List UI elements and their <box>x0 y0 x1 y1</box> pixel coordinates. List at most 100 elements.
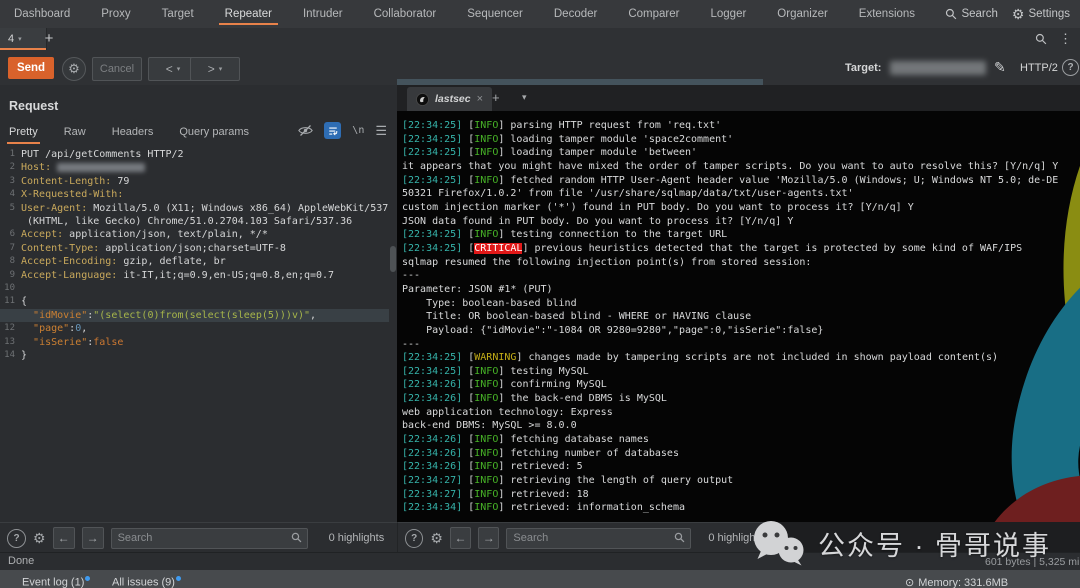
terminal-line: [22:34:25] [INFO] parsing HTTP request f… <box>402 120 722 131</box>
search-input[interactable] <box>507 532 691 544</box>
kebab-menu-icon[interactable]: ⋮ <box>1059 31 1072 47</box>
help-question-icon[interactable]: ? <box>1062 59 1079 76</box>
menu-item-dashboard[interactable]: Dashboard <box>12 2 72 26</box>
menu-item-collaborator[interactable]: Collaborator <box>372 2 439 26</box>
send-button[interactable]: Send <box>8 57 54 79</box>
request-scrollbar[interactable] <box>390 148 396 520</box>
all-issues-button[interactable]: All issues (9) <box>112 576 181 588</box>
send-settings-button[interactable]: ⚙ <box>62 57 86 81</box>
request-editor[interactable]: 1 PUT /api/getComments HTTP/2 2 Host: 3 Cont… <box>0 148 389 522</box>
line-number: 10 <box>4 283 15 294</box>
next-match-button[interactable]: → <box>81 527 104 549</box>
line-number: 8 <box>9 256 15 267</box>
help-question-icon[interactable]: ? <box>7 528 26 548</box>
http-version-label: HTTP/2 <box>1020 62 1058 74</box>
request-line: 4 X-Requested-With: <box>0 188 389 201</box>
pencil-edit-icon[interactable]: ✎ <box>994 59 1006 76</box>
show-newlines-icon[interactable]: \n <box>352 125 364 136</box>
terminal-line: [22:34:34] [INFO] retrieved: information… <box>402 502 685 514</box>
search-icon <box>291 532 302 543</box>
request-view-icons: \n ☰ <box>298 122 387 139</box>
terminal-line: [22:34:26] [INFO] fetching number of dat… <box>402 447 679 459</box>
line-number: 12 <box>4 323 15 334</box>
line-number: 13 <box>4 336 15 347</box>
event-log-button[interactable]: Event log (1) <box>22 576 91 588</box>
request-line: (KHTML, like Gecko) Chrome/51.0.2704.103… <box>0 215 389 228</box>
request-line: 1 PUT /api/getComments HTTP/2 <box>0 148 389 161</box>
add-tab-button[interactable]: + <box>40 30 58 47</box>
terminal-line: [22:34:27] [INFO] retrieved: 18 <box>402 488 589 500</box>
line-number: 1 <box>9 149 15 159</box>
event-log-strip: Event log (1) All issues (9) ⊙ Memory: 3… <box>0 570 1080 588</box>
request-view-tab-query-params[interactable]: Query params <box>179 126 249 144</box>
hamburger-menu-icon[interactable]: ☰ <box>375 123 387 139</box>
all-issues-dot <box>175 576 181 581</box>
memory-indicator[interactable]: ⊙ Memory: 331.6MB <box>905 576 1008 588</box>
search-icon <box>674 532 685 543</box>
terminal-content[interactable]: [22:34:25] [INFO] parsing HTTP request f… <box>397 111 1080 522</box>
terminal-line: it appears that you might have mixed the… <box>402 160 1059 172</box>
terminal-line: --- <box>402 338 421 350</box>
request-line: "idMovie":"(select(0)from(select(sleep(5… <box>0 308 389 323</box>
new-terminal-tab-button[interactable]: + <box>492 90 500 105</box>
menu-item-repeater[interactable]: Repeater <box>218 2 279 26</box>
terminal-line: [22:34:25] [INFO] testing connection to … <box>402 229 728 241</box>
prev-match-button[interactable]: ← <box>449 527 472 549</box>
eye-slash-icon[interactable] <box>298 124 314 137</box>
main-menubar: Dashboard Proxy Target Repeater Intruder Coll… <box>0 0 1080 29</box>
terminal-tab[interactable]: lastsec × <box>407 87 493 111</box>
menu-item-logger[interactable]: Logger <box>708 2 748 26</box>
terminal-line: JSON data found in PUT body. Do you want… <box>402 215 794 227</box>
request-view-tab-raw[interactable]: Raw <box>64 126 86 144</box>
help-question-icon[interactable]: ? <box>405 528 424 548</box>
redacted-host-value <box>57 162 146 172</box>
line-number: 6 <box>9 229 15 240</box>
terminal-line: custom injection marker ('*') found in P… <box>402 201 914 213</box>
menu-item-proxy[interactable]: Proxy <box>99 2 132 26</box>
target-value-redacted[interactable] <box>890 61 986 75</box>
gear-icon[interactable]: ⚙ <box>33 531 46 545</box>
request-line: 13 "isSerie":false <box>0 336 389 349</box>
next-match-button[interactable]: → <box>478 527 500 549</box>
terminal-line: Title: OR boolean-based blind - WHERE or… <box>402 311 752 323</box>
word-wrap-toggle-icon[interactable] <box>324 122 342 139</box>
menu-item-decoder[interactable]: Decoder <box>552 2 599 26</box>
terminal-search-pane: ? ⚙ ← → 0 highlights <box>397 522 764 553</box>
menu-item-intruder[interactable]: Intruder <box>301 2 345 26</box>
settings-menu-button[interactable]: ⚙ Settings <box>1012 7 1070 21</box>
line-number <box>0 215 21 228</box>
request-line: 3 Content-Length: 79 <box>0 175 389 188</box>
gear-icon[interactable]: ⚙ <box>430 531 443 545</box>
status-done-label: Done <box>8 555 35 567</box>
settings-menu-label: Settings <box>1028 8 1070 20</box>
chevron-down-icon: ▾ <box>218 66 223 73</box>
request-line: 5 User-Agent: Mozilla/5.0 (X11; Windows x… <box>0 202 389 215</box>
search-menu-button[interactable]: Search <box>945 8 998 20</box>
cancel-button[interactable]: Cancel <box>92 57 142 81</box>
forward-history-button[interactable]: > ▾ <box>190 57 240 81</box>
terminal-line: Payload: {"idMovie":"-1084 OR 9280=9280"… <box>402 324 824 336</box>
terminal-line: [22:34:26] [INFO] the back-end DBMS is M… <box>402 393 667 405</box>
search-input[interactable] <box>111 532 307 544</box>
search-icon[interactable] <box>1035 33 1047 45</box>
menu-item-organizer[interactable]: Organizer <box>775 2 830 26</box>
terminal-line: --- <box>402 270 421 282</box>
prev-match-button[interactable]: ← <box>52 527 75 549</box>
menu-item-sequencer[interactable]: Sequencer <box>465 2 525 26</box>
chevron-down-icon[interactable]: ▾ <box>522 92 527 103</box>
menu-item-comparer[interactable]: Comparer <box>626 2 681 26</box>
request-panel: Request Pretty Raw Headers Query params \n … <box>0 85 397 522</box>
request-view-tabs: Pretty Raw Headers Query params <box>7 126 249 144</box>
menu-item-target[interactable]: Target <box>160 2 196 26</box>
request-line: 10 <box>0 282 389 295</box>
scrollbar-thumb[interactable] <box>390 246 396 272</box>
request-view-tab-pretty[interactable]: Pretty <box>7 126 40 144</box>
chevron-down-icon: ▾ <box>18 36 22 43</box>
line-number <box>0 309 21 322</box>
close-icon[interactable]: × <box>477 93 483 105</box>
menu-item-extensions[interactable]: Extensions <box>857 2 917 26</box>
request-line: 2 Host: <box>0 161 389 174</box>
memory-clock-icon: ⊙ <box>905 577 915 588</box>
request-view-tab-headers[interactable]: Headers <box>112 126 154 144</box>
forward-arrow-label: > <box>207 62 215 76</box>
